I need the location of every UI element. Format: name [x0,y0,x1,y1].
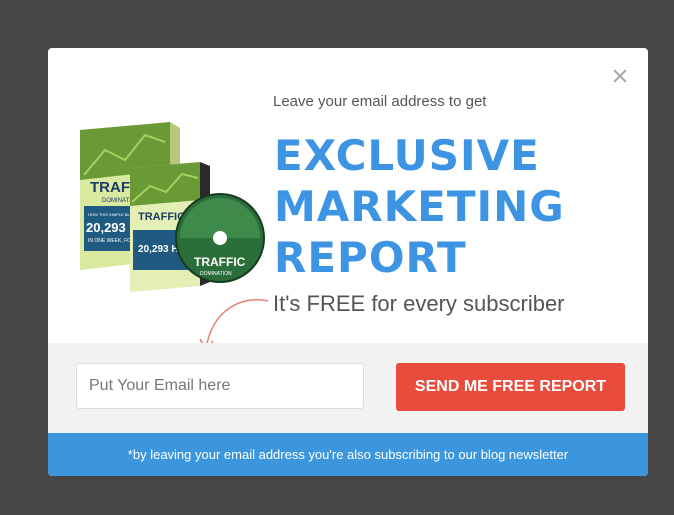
newsletter-note: *by leaving your email address you're al… [48,433,648,476]
free-subline: It's FREE for every subscriber [273,291,565,316]
headline-line-1: EXCLUSIVE [274,131,540,180]
disc-title: TRAFFIC [194,255,246,269]
headline-line-2: MARKETING [274,182,565,231]
close-icon[interactable] [610,66,630,86]
svg-text:TRAFFIC: TRAFFIC [138,211,185,223]
subscribe-popup: Leave your email address to get EXCLUSIV… [48,48,648,476]
product-image: TRAFFIC DOMINATION HOW THIS SIMPLE BLOG … [80,122,265,292]
headline-line-3: REPORT [274,233,467,282]
email-input[interactable] [76,363,364,409]
send-report-button[interactable]: SEND ME FREE REPORT [396,363,625,411]
signup-form: SEND ME FREE REPORT [48,343,648,433]
headline: EXCLUSIVE MARKETING REPORT [274,130,644,283]
intro-text: Leave your email address to get [273,93,487,110]
disc-subtitle: DOMINATION [200,271,232,277]
